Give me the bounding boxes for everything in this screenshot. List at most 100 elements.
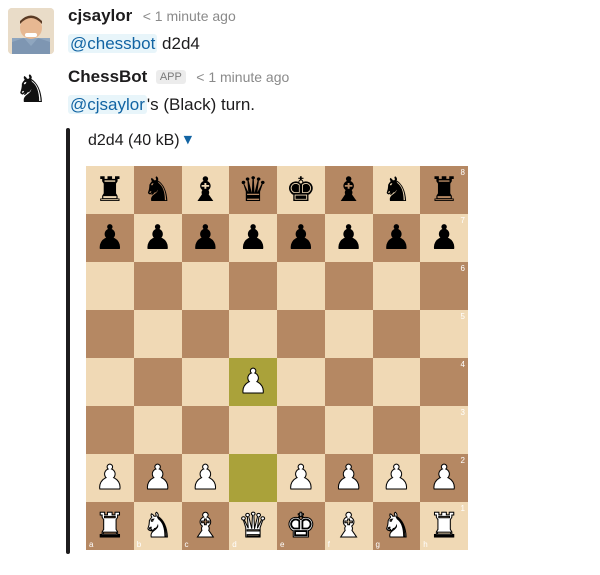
square-b7: ♟ bbox=[133, 214, 182, 262]
white-pawn-icon: ♟ bbox=[333, 458, 365, 498]
white-rook-icon: ♜ bbox=[428, 506, 460, 546]
square-h3: 3 bbox=[420, 406, 468, 454]
user-mention[interactable]: @chessbot bbox=[68, 34, 158, 53]
rank-label: 7 bbox=[460, 216, 465, 225]
square-c7: ♟ bbox=[181, 214, 230, 262]
message-header: cjsaylor < 1 minute ago bbox=[68, 6, 236, 26]
square-a6 bbox=[86, 262, 134, 310]
message-body: @cjsaylor's (Black) turn. bbox=[68, 95, 255, 115]
square-g6 bbox=[372, 262, 421, 310]
black-pawn-icon: ♟ bbox=[190, 218, 221, 258]
square-f6 bbox=[324, 262, 373, 310]
attachment-bar bbox=[66, 128, 70, 554]
black-king-icon: ♚ bbox=[285, 170, 317, 210]
white-pawn-icon: ♟ bbox=[94, 458, 126, 498]
user-mention[interactable]: @cjsaylor bbox=[68, 95, 147, 114]
square-e5 bbox=[277, 310, 325, 358]
square-a3 bbox=[86, 406, 134, 454]
timestamp[interactable]: < 1 minute ago bbox=[143, 8, 236, 24]
white-queen-icon: ♛ bbox=[237, 506, 269, 546]
square-b1: ♞ b bbox=[133, 502, 182, 550]
square-h1: ♜ 1 h bbox=[420, 502, 468, 550]
black-knight-icon: ♞ bbox=[381, 170, 412, 210]
square-f1: ♝ f bbox=[324, 502, 373, 550]
black-pawn-icon: ♟ bbox=[381, 218, 412, 258]
black-pawn-icon: ♟ bbox=[333, 218, 364, 258]
square-e8: ♚ bbox=[277, 166, 325, 214]
square-d3 bbox=[229, 406, 277, 454]
square-c1: ♝ c bbox=[181, 502, 230, 550]
square-c6 bbox=[181, 262, 230, 310]
white-bishop-icon: ♝ bbox=[190, 506, 222, 546]
square-g8: ♞ bbox=[372, 166, 421, 214]
square-h2: ♟ 2 bbox=[420, 454, 468, 502]
app-badge: APP bbox=[155, 70, 186, 84]
author-name[interactable]: cjsaylor bbox=[68, 6, 132, 25]
black-pawn-icon: ♟ bbox=[142, 218, 173, 258]
white-king-icon: ♚ bbox=[285, 506, 317, 546]
message-header: ChessBot APP < 1 minute ago bbox=[68, 67, 289, 87]
black-pawn-icon: ♟ bbox=[285, 218, 317, 258]
square-a5 bbox=[86, 310, 134, 358]
square-a1: ♜ a bbox=[86, 502, 134, 550]
white-rook-icon: ♜ bbox=[94, 506, 126, 546]
square-d5 bbox=[229, 310, 277, 358]
file-label: h bbox=[423, 540, 428, 549]
white-bishop-icon: ♝ bbox=[333, 506, 365, 546]
square-a8: ♜ bbox=[86, 166, 134, 214]
square-g3 bbox=[372, 406, 421, 454]
black-bishop-icon: ♝ bbox=[333, 170, 364, 210]
author-name[interactable]: ChessBot bbox=[68, 67, 147, 86]
square-e1: ♚ e bbox=[277, 502, 325, 550]
black-rook-icon: ♜ bbox=[94, 170, 126, 210]
timestamp[interactable]: < 1 minute ago bbox=[196, 69, 289, 85]
square-b8: ♞ bbox=[133, 166, 182, 214]
bot-avatar[interactable]: ♞ bbox=[8, 66, 54, 112]
black-pawn-icon: ♟ bbox=[94, 218, 126, 258]
square-b3 bbox=[133, 406, 182, 454]
rank-label: 1 bbox=[460, 504, 465, 513]
file-label: e bbox=[280, 540, 285, 549]
square-h6: 6 bbox=[420, 262, 468, 310]
message-text: d2d4 bbox=[157, 34, 200, 53]
chess-board-image[interactable]: ♜ ♞ ♝ ♛ ♚ ♝ ♞ ♜ 8 ♟ ♟ ♟ ♟ ♟ ♟ ♟ ♟ 7 6 5 ♟ 4 3 ♟ ♟ ♟ ♟ ♟ ♟ ♟ 2 ♜ a ♞ b ♝ c ♛ d ♚… bbox=[86, 166, 468, 550]
white-pawn-icon: ♟ bbox=[190, 458, 222, 498]
square-g1: ♞ g bbox=[372, 502, 421, 550]
square-d7: ♟ bbox=[229, 214, 277, 262]
caret-down-icon[interactable]: ▼ bbox=[184, 133, 192, 146]
square-d2 bbox=[229, 454, 277, 502]
rank-label: 2 bbox=[460, 456, 465, 465]
square-b6 bbox=[133, 262, 182, 310]
file-label: a bbox=[89, 540, 94, 549]
square-d1: ♛ d bbox=[229, 502, 277, 550]
square-h5: 5 bbox=[420, 310, 468, 358]
attachment-filename[interactable]: d2d4 (40 kB) bbox=[88, 132, 180, 149]
square-d8: ♛ bbox=[229, 166, 277, 214]
white-pawn-icon: ♟ bbox=[381, 458, 413, 498]
file-label: g bbox=[375, 540, 380, 549]
square-e2: ♟ bbox=[277, 454, 325, 502]
message-text: 's (Black) turn. bbox=[146, 95, 255, 114]
white-pawn-icon: ♟ bbox=[142, 458, 174, 498]
square-c8: ♝ bbox=[181, 166, 230, 214]
square-h8: ♜ 8 bbox=[420, 166, 468, 214]
black-pawn-icon: ♟ bbox=[428, 218, 460, 258]
square-e7: ♟ bbox=[277, 214, 325, 262]
black-queen-icon: ♛ bbox=[237, 170, 269, 210]
square-b2: ♟ bbox=[133, 454, 182, 502]
square-a4 bbox=[86, 358, 134, 406]
user-avatar[interactable] bbox=[8, 8, 54, 54]
square-g5 bbox=[372, 310, 421, 358]
rank-label: 8 bbox=[460, 168, 465, 177]
knight-icon: ♞ bbox=[13, 67, 49, 111]
square-c5 bbox=[181, 310, 230, 358]
square-h7: ♟ 7 bbox=[420, 214, 468, 262]
attachment-title[interactable]: d2d4 (40 kB) ▼ bbox=[88, 132, 192, 150]
square-b5 bbox=[133, 310, 182, 358]
white-pawn-icon: ♟ bbox=[428, 458, 460, 498]
square-h4: 4 bbox=[420, 358, 468, 406]
file-label: f bbox=[327, 540, 330, 549]
black-knight-icon: ♞ bbox=[142, 170, 173, 210]
file-label: b bbox=[136, 540, 142, 549]
file-label: c bbox=[184, 540, 189, 549]
